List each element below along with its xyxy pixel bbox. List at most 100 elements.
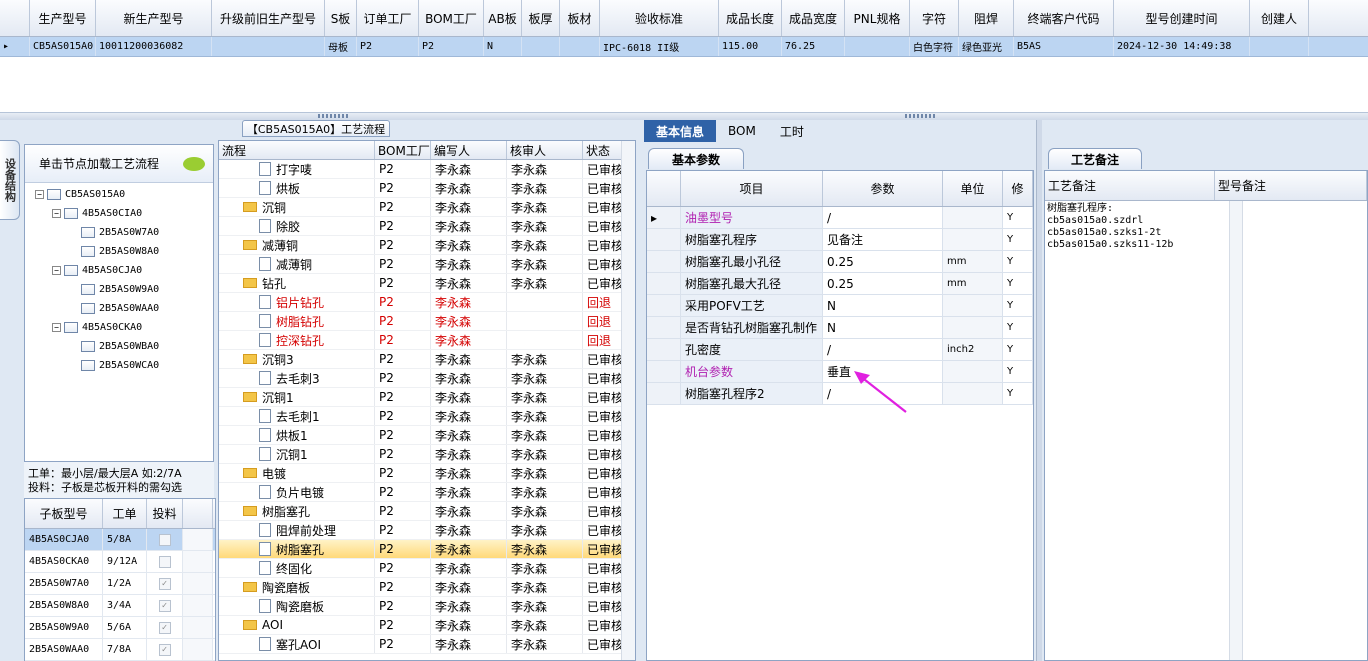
process-name-cell[interactable]: 除胶 (219, 217, 375, 235)
tree-node[interactable]: − 4B5AS0CKA0 (52, 318, 142, 336)
column-header[interactable]: 型号创建时间 (1114, 0, 1250, 36)
process-name-cell[interactable]: 树脂塞孔 (219, 502, 375, 520)
column-header[interactable]: BOM工厂 (419, 0, 484, 36)
param-value[interactable]: / (823, 339, 943, 360)
device-structure-tab[interactable]: 设备结构 (0, 140, 20, 220)
feed-checkbox[interactable]: ✓ (158, 643, 171, 656)
grid-cell[interactable]: 10011200036082 (96, 37, 212, 56)
column-header[interactable]: 项目 (681, 171, 823, 206)
column-header[interactable]: 投料 (147, 499, 183, 528)
column-header[interactable]: 终端客户代码 (1014, 0, 1114, 36)
process-row[interactable]: 控深钻孔 P2 李永森 回退 (219, 331, 623, 350)
splitter-grip[interactable] (318, 114, 348, 118)
collapse-toggle-icon[interactable]: − (52, 208, 61, 218)
process-name-cell[interactable]: 控深钻孔 (219, 331, 375, 349)
param-value[interactable]: N (823, 295, 943, 316)
process-name-cell[interactable]: 打字唛 (219, 160, 375, 178)
row-selector[interactable] (647, 383, 681, 404)
sub-board-row[interactable]: 2B5AS0WAA0 7/8A ✓ (25, 639, 215, 661)
param-row[interactable]: 机台参数 垂直 Y (647, 361, 1033, 383)
param-value[interactable]: 0.25 (823, 273, 943, 294)
sub-board-row[interactable]: 4B5AS0CJA0 5/8A (25, 529, 215, 551)
process-row[interactable]: 沉铜1 P2 李永森 李永森 已审核 (219, 388, 623, 407)
process-row[interactable]: 铝片钻孔 P2 李永森 回退 (219, 293, 623, 312)
column-header[interactable]: 板厚 (522, 0, 560, 36)
grid-cell[interactable]: 绿色亚光 (959, 37, 1014, 56)
column-header[interactable]: 新生产型号 (96, 0, 212, 36)
process-name-cell[interactable]: 负片电镀 (219, 483, 375, 501)
column-header[interactable]: AB板 (484, 0, 522, 36)
param-row[interactable]: ▸ 油墨型号 / Y (647, 207, 1033, 229)
tree-node[interactable]: 2B5AS0WAA0 (69, 299, 159, 317)
grid-cell[interactable] (1250, 37, 1309, 56)
row-selector[interactable]: ▸ (647, 207, 681, 228)
grid-cell[interactable]: 母板 (325, 37, 357, 56)
grid-cell[interactable]: B5AS (1014, 37, 1114, 56)
process-name-cell[interactable]: 树脂钻孔 (219, 312, 375, 330)
row-selector[interactable] (647, 251, 681, 272)
process-name-cell[interactable]: 去毛刺1 (219, 407, 375, 425)
process-name-cell[interactable]: 沉铜1 (219, 388, 375, 406)
process-row[interactable]: 减薄铜 P2 李永森 李永森 已审核 (219, 255, 623, 274)
process-row[interactable]: 电镀 P2 李永森 李永森 已审核 (219, 464, 623, 483)
row-selector[interactable] (647, 339, 681, 360)
grid-cell[interactable]: IPC-6018 II级 (600, 37, 719, 56)
vertical-splitter[interactable] (1036, 120, 1042, 661)
process-row[interactable]: 烘板 P2 李永森 李永森 已审核 (219, 179, 623, 198)
process-row[interactable]: 打字唛 P2 李永森 李永森 已审核 (219, 160, 623, 179)
column-header[interactable]: 板材 (560, 0, 600, 36)
tree-node[interactable]: 2B5AS0WCA0 (69, 356, 159, 374)
process-name-cell[interactable]: 钻孔 (219, 274, 375, 292)
row-selector[interactable] (647, 229, 681, 250)
process-row[interactable]: 沉铜 P2 李永森 李永森 已审核 (219, 198, 623, 217)
param-value[interactable]: 0.25 (823, 251, 943, 272)
grid-cell[interactable]: 115.00 (719, 37, 782, 56)
row-selector-icon[interactable]: ▸ (0, 37, 30, 56)
process-name-cell[interactable]: 陶瓷磨板 (219, 578, 375, 596)
collapse-toggle-icon[interactable]: − (52, 265, 61, 275)
param-row[interactable]: 是否背钻孔树脂塞孔制作 N Y (647, 317, 1033, 339)
column-header[interactable]: PNL规格 (845, 0, 910, 36)
process-note-text[interactable]: 树脂塞孔程序: cb5as015a0.szdrl cb5as015a0.szks… (1047, 203, 1229, 251)
param-row[interactable]: 树脂塞孔最小孔径 0.25 mm Y (647, 251, 1033, 273)
process-row[interactable]: 塞孔AOI P2 李永森 李永森 已审核 (219, 635, 623, 654)
tree-node[interactable]: 2B5AS0WBA0 (69, 337, 159, 355)
column-header[interactable]: 成品长度 (719, 0, 782, 36)
param-row[interactable]: 孔密度 / inch2 Y (647, 339, 1033, 361)
grid-cell[interactable]: N (484, 37, 522, 56)
collapse-toggle-icon[interactable]: − (52, 322, 61, 332)
column-header[interactable]: 验收标准 (600, 0, 719, 36)
column-header[interactable]: 生产型号 (30, 0, 96, 36)
process-name-cell[interactable]: 沉铜3 (219, 350, 375, 368)
process-name-cell[interactable]: 烘板 (219, 179, 375, 197)
collapse-toggle-icon[interactable]: − (35, 189, 44, 199)
tab-process-notes[interactable]: 工艺备注 (1048, 148, 1142, 169)
tab-2[interactable]: 工时 (768, 120, 816, 142)
process-row[interactable]: 除胶 P2 李永森 李永森 已审核 (219, 217, 623, 236)
tree-node[interactable]: − 4B5AS0CIA0 (52, 204, 142, 222)
param-value[interactable]: 见备注 (823, 229, 943, 250)
process-name-cell[interactable]: 减薄铜 (219, 236, 375, 254)
process-name-cell[interactable]: AOI (219, 616, 375, 634)
column-header[interactable]: 工艺备注 (1045, 171, 1215, 200)
process-row[interactable]: 去毛刺3 P2 李永森 李永森 已审核 (219, 369, 623, 388)
column-header[interactable]: 字符 (910, 0, 959, 36)
feed-checkbox[interactable] (158, 533, 171, 546)
tree-node[interactable]: − CB5AS015A0 (35, 185, 125, 203)
splitter-grip-right[interactable] (905, 114, 935, 118)
column-header[interactable]: 流程 (219, 141, 375, 159)
process-row[interactable]: 烘板1 P2 李永森 李永森 已审核 (219, 426, 623, 445)
grid-cell[interactable]: P2 (419, 37, 484, 56)
order-grid-selected-row[interactable]: ▸ CB5AS015A0 10011200036082 母板 P2 P2 N IPC-6018… (0, 37, 1368, 57)
process-row[interactable]: 负片电镀 P2 李永森 李永森 已审核 (219, 483, 623, 502)
row-selector[interactable] (647, 295, 681, 316)
param-value[interactable]: N (823, 317, 943, 338)
column-header[interactable]: 核审人 (507, 141, 583, 159)
grid-cell[interactable] (845, 37, 910, 56)
horizontal-splitter[interactable] (0, 112, 1368, 120)
process-row[interactable]: 陶瓷磨板 P2 李永森 李永森 已审核 (219, 597, 623, 616)
tree-header[interactable]: 单击节点加载工艺流程 (25, 145, 213, 183)
tree-node[interactable]: 2B5AS0W8A0 (69, 242, 159, 260)
param-row[interactable]: 树脂塞孔程序2/Y (647, 383, 1033, 405)
row-selector[interactable] (647, 361, 681, 382)
